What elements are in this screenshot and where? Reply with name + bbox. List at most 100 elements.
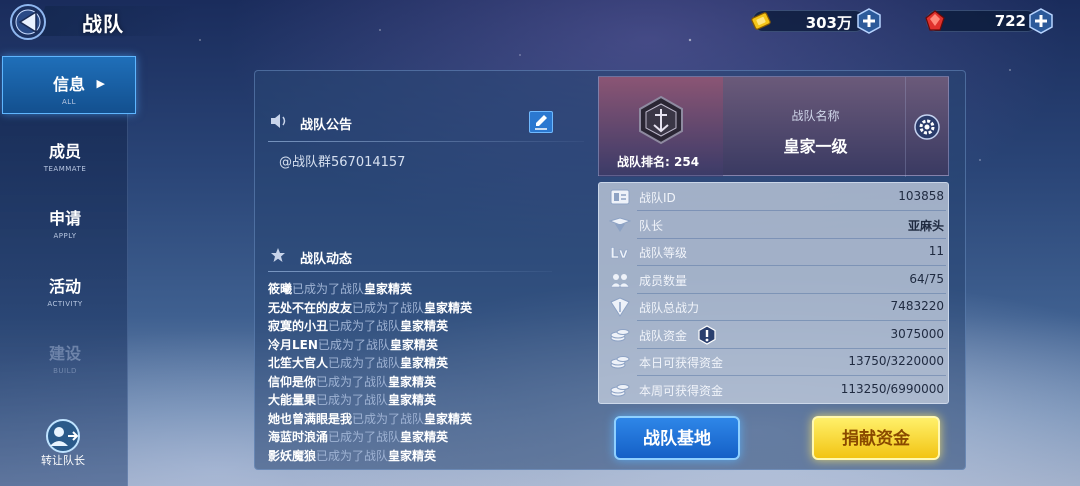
dynamics-list: 筱曦已成为了战队皇家精英 无处不在的皮友已成为了战队皇家精英 寂寞的小丑已成为了战队… [268,280,568,465]
sidebar-item-sublabel: APPLY [53,232,77,240]
dynamics-row: 大能量果已成为了战队皇家精英 [268,391,568,410]
member-rank: 皇家精英 [388,393,437,407]
member-name: 北笙大官人 [268,356,329,370]
info-value: 64/75 [909,271,944,286]
gear-icon[interactable] [913,113,941,141]
gold-value: 303万 [805,14,852,32]
info-label: 成员数量 [639,273,688,288]
sidebar-item-apply[interactable]: 申请 APPLY [2,191,128,249]
gem-value: 722 [994,12,1026,30]
transfer-captain-label: 转让队长 [41,454,85,467]
sidebar-item-sublabel: BUILD [53,367,77,375]
sidebar-item-info[interactable]: 信息 ALL ▶ [2,56,136,114]
members-icon [610,273,630,287]
info-value: 3075000 [890,326,944,341]
coins-icon [610,328,630,341]
coins-icon [610,383,630,396]
team-emblem-box: 战队排名: 254 [599,77,723,177]
member-name: 影妖魔狼 [268,448,317,463]
divider [268,271,552,272]
sidebar-item-label: 成员 [48,142,81,161]
dynamics-action-text: 已成为了战队 [328,430,401,444]
info-row: Lv 战队等级 11 [599,238,950,266]
info-label: 队长 [639,218,664,233]
dynamics-action-text: 已成为了战队 [328,356,401,370]
sidebar-item-label: 申请 [48,209,81,228]
red-gem-icon [925,10,945,31]
sidebar-item-members[interactable]: 成员 TEAMMATE [2,124,128,182]
dynamics-action-text: 已成为了战队 [352,300,425,315]
info-label: 战队总战力 [639,301,700,315]
member-rank: 皇家精英 [389,337,438,352]
info-label: 战队等级 [639,246,688,260]
dynamics-action-text: 已成为了战队 [316,393,389,407]
info-label: 本周可获得资金 [639,383,724,398]
member-name: 信仰是你 [268,374,317,389]
dynamics-row: 冷月LEN已成为了战队皇家精英 [268,336,568,355]
top-bar: 战队 303万 722 [0,0,1080,44]
announcement-title: 战队公告 [300,118,353,133]
sidebar-item-sublabel: TEAMMATE [43,165,87,173]
team-card: 战队排名: 254 战队名称 皇家一级 [598,76,949,177]
info-label: 本日可获得资金 [639,356,724,370]
team-emblem-icon [639,95,683,145]
dynamics-action-text: 已成为了战队 [317,337,390,352]
transfer-captain-icon [46,419,80,453]
info-value: 11 [928,244,944,258]
sidebar-item-sublabel: ALL [61,98,77,106]
gold-counter: 303万 [744,8,884,34]
member-rank: 皇家精英 [364,282,413,296]
add-gem-button[interactable] [1028,8,1054,34]
dynamics-action-text: 已成为了战队 [316,448,389,463]
team-info-table: 战队ID 103858 队长 亚麻头 Lv 战队等级 11 成员数量 64/75 战队总战力 748… [598,182,949,404]
gem-counter: 722 [918,8,1058,34]
team-rank-value: 254 [674,155,700,169]
sidebar-item-label: 信息 [52,75,85,94]
gold-coin-icon [751,12,771,30]
member-rank: 皇家精英 [424,411,473,426]
member-name: 海蓝时浪涌 [268,430,329,444]
dynamics-row: 北笙大官人已成为了战队皇家精英 [268,354,568,373]
page-title: 战队 [82,12,124,36]
edit-announcement-button[interactable] [529,111,553,133]
dynamics-action-text: 已成为了战队 [352,411,425,426]
transfer-captain-button[interactable]: 转让队长 [28,418,98,474]
dynamics-row: 筱曦已成为了战队皇家精英 [268,280,568,299]
triangle-right-icon: ▶ [96,77,105,90]
donate-funds-button[interactable]: 捐献资金 [812,416,940,460]
info-row: 本周可获得资金 113250/6990000 [599,376,950,404]
level-icon: Lv [610,246,629,262]
sidebar-item-build[interactable]: 建设 BUILD [2,326,128,384]
info-row: 战队资金 3075000 [599,321,950,349]
member-name: 无处不在的皮友 [268,300,353,315]
add-gold-button[interactable] [856,8,882,34]
info-value: 亚麻头 [907,218,944,233]
member-name: 寂寞的小丑 [268,319,329,333]
dynamics-row: 寂寞的小丑已成为了战队皇家精英 [268,317,568,336]
info-value: 103858 [898,189,944,203]
dynamics-row: 海蓝时浪涌已成为了战队皇家精英 [268,428,568,447]
info-row: 本日可获得资金 13750/3220000 [599,348,950,376]
svg-text:Lv: Lv [610,246,628,262]
member-name: 大能量果 [268,393,317,407]
member-rank: 皇家精英 [388,448,437,463]
info-value: 113250/6990000 [840,381,944,396]
team-rank-label: 战队排名: [617,155,670,169]
pencil-icon [535,115,547,130]
coins-icon [610,356,630,369]
back-button[interactable] [6,2,52,42]
dynamics-action-text: 已成为了战队 [328,319,401,333]
team-base-button[interactable]: 战队基地 [614,416,740,460]
captain-badge-icon [609,216,631,232]
dynamics-action-text: 已成为了战队 [292,282,365,296]
dynamics-row: 信仰是你已成为了战队皇家精英 [268,373,568,392]
member-rank: 皇家精英 [400,356,449,370]
dynamics-title: 战队动态 [300,252,353,267]
star-icon [271,248,285,262]
info-alert-icon[interactable] [697,324,717,345]
member-rank: 皇家精英 [400,430,449,444]
sidebar-item-activity[interactable]: 活动 ACTIVITY [2,259,128,317]
sidebar-item-label: 活动 [48,277,81,296]
member-name: 冷月LEN [268,337,318,352]
info-row: 战队总战力 7483220 [599,293,950,321]
